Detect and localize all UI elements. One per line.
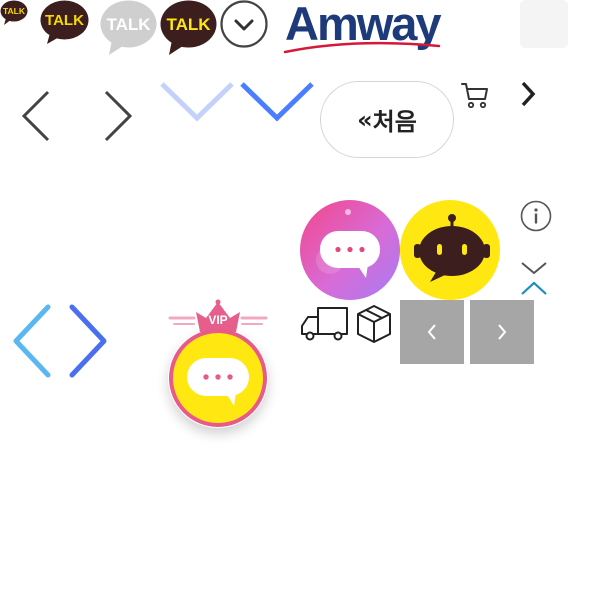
chevron-down-gray-icon[interactable] [519,260,549,275]
chevron-down-light-icon[interactable] [158,80,236,124]
chevron-down-blue-icon[interactable] [238,80,316,124]
amway-swoosh [283,41,441,54]
double-chevron-left-icon: « [357,105,372,134]
faint-placeholder-icon [520,0,568,48]
vip-chat-button[interactable]: VIP [160,296,276,434]
kakao-small-label: TALK [3,6,26,16]
chevron-right-white-icon [498,324,507,340]
kakao-talk-small-icon[interactable]: TALK [0,0,28,26]
kakao-talk-gray-icon[interactable]: TALK [100,0,157,56]
chevron-left-white-icon [427,324,436,340]
cart-icon[interactable] [460,80,490,110]
kakao-talk-yellow-icon[interactable]: TALK [160,0,217,56]
first-page-label: 처음 [372,108,417,136]
box-icon[interactable] [355,303,393,345]
amway-logo[interactable]: Amway [283,0,443,56]
kakao-talk-dark-icon[interactable]: TALK [40,0,89,45]
kakao-yellow-label: TALK [166,15,211,34]
next-slide-button[interactable] [470,300,534,364]
chevron-up-teal-icon[interactable] [519,280,549,296]
chevron-right-gradient-icon[interactable] [66,302,112,380]
chat-button-gradient[interactable] [300,200,400,300]
chevron-right-small-icon[interactable] [518,80,538,108]
truck-icon[interactable] [300,305,350,343]
first-page-button[interactable]: « 처음 [320,81,454,158]
kakao-dark-label: TALK [45,12,84,29]
chevron-left-gradient-icon[interactable] [8,302,54,380]
chevron-left-icon[interactable] [18,88,54,144]
prev-slide-button[interactable] [400,300,464,364]
kakao-gray-label: TALK [106,15,151,34]
chevron-down-circle-icon[interactable] [220,0,268,48]
chatbot-button[interactable] [400,200,500,300]
info-icon[interactable] [520,200,552,232]
vip-badge-label: VIP [208,313,228,327]
chevron-right-icon[interactable] [100,88,136,144]
